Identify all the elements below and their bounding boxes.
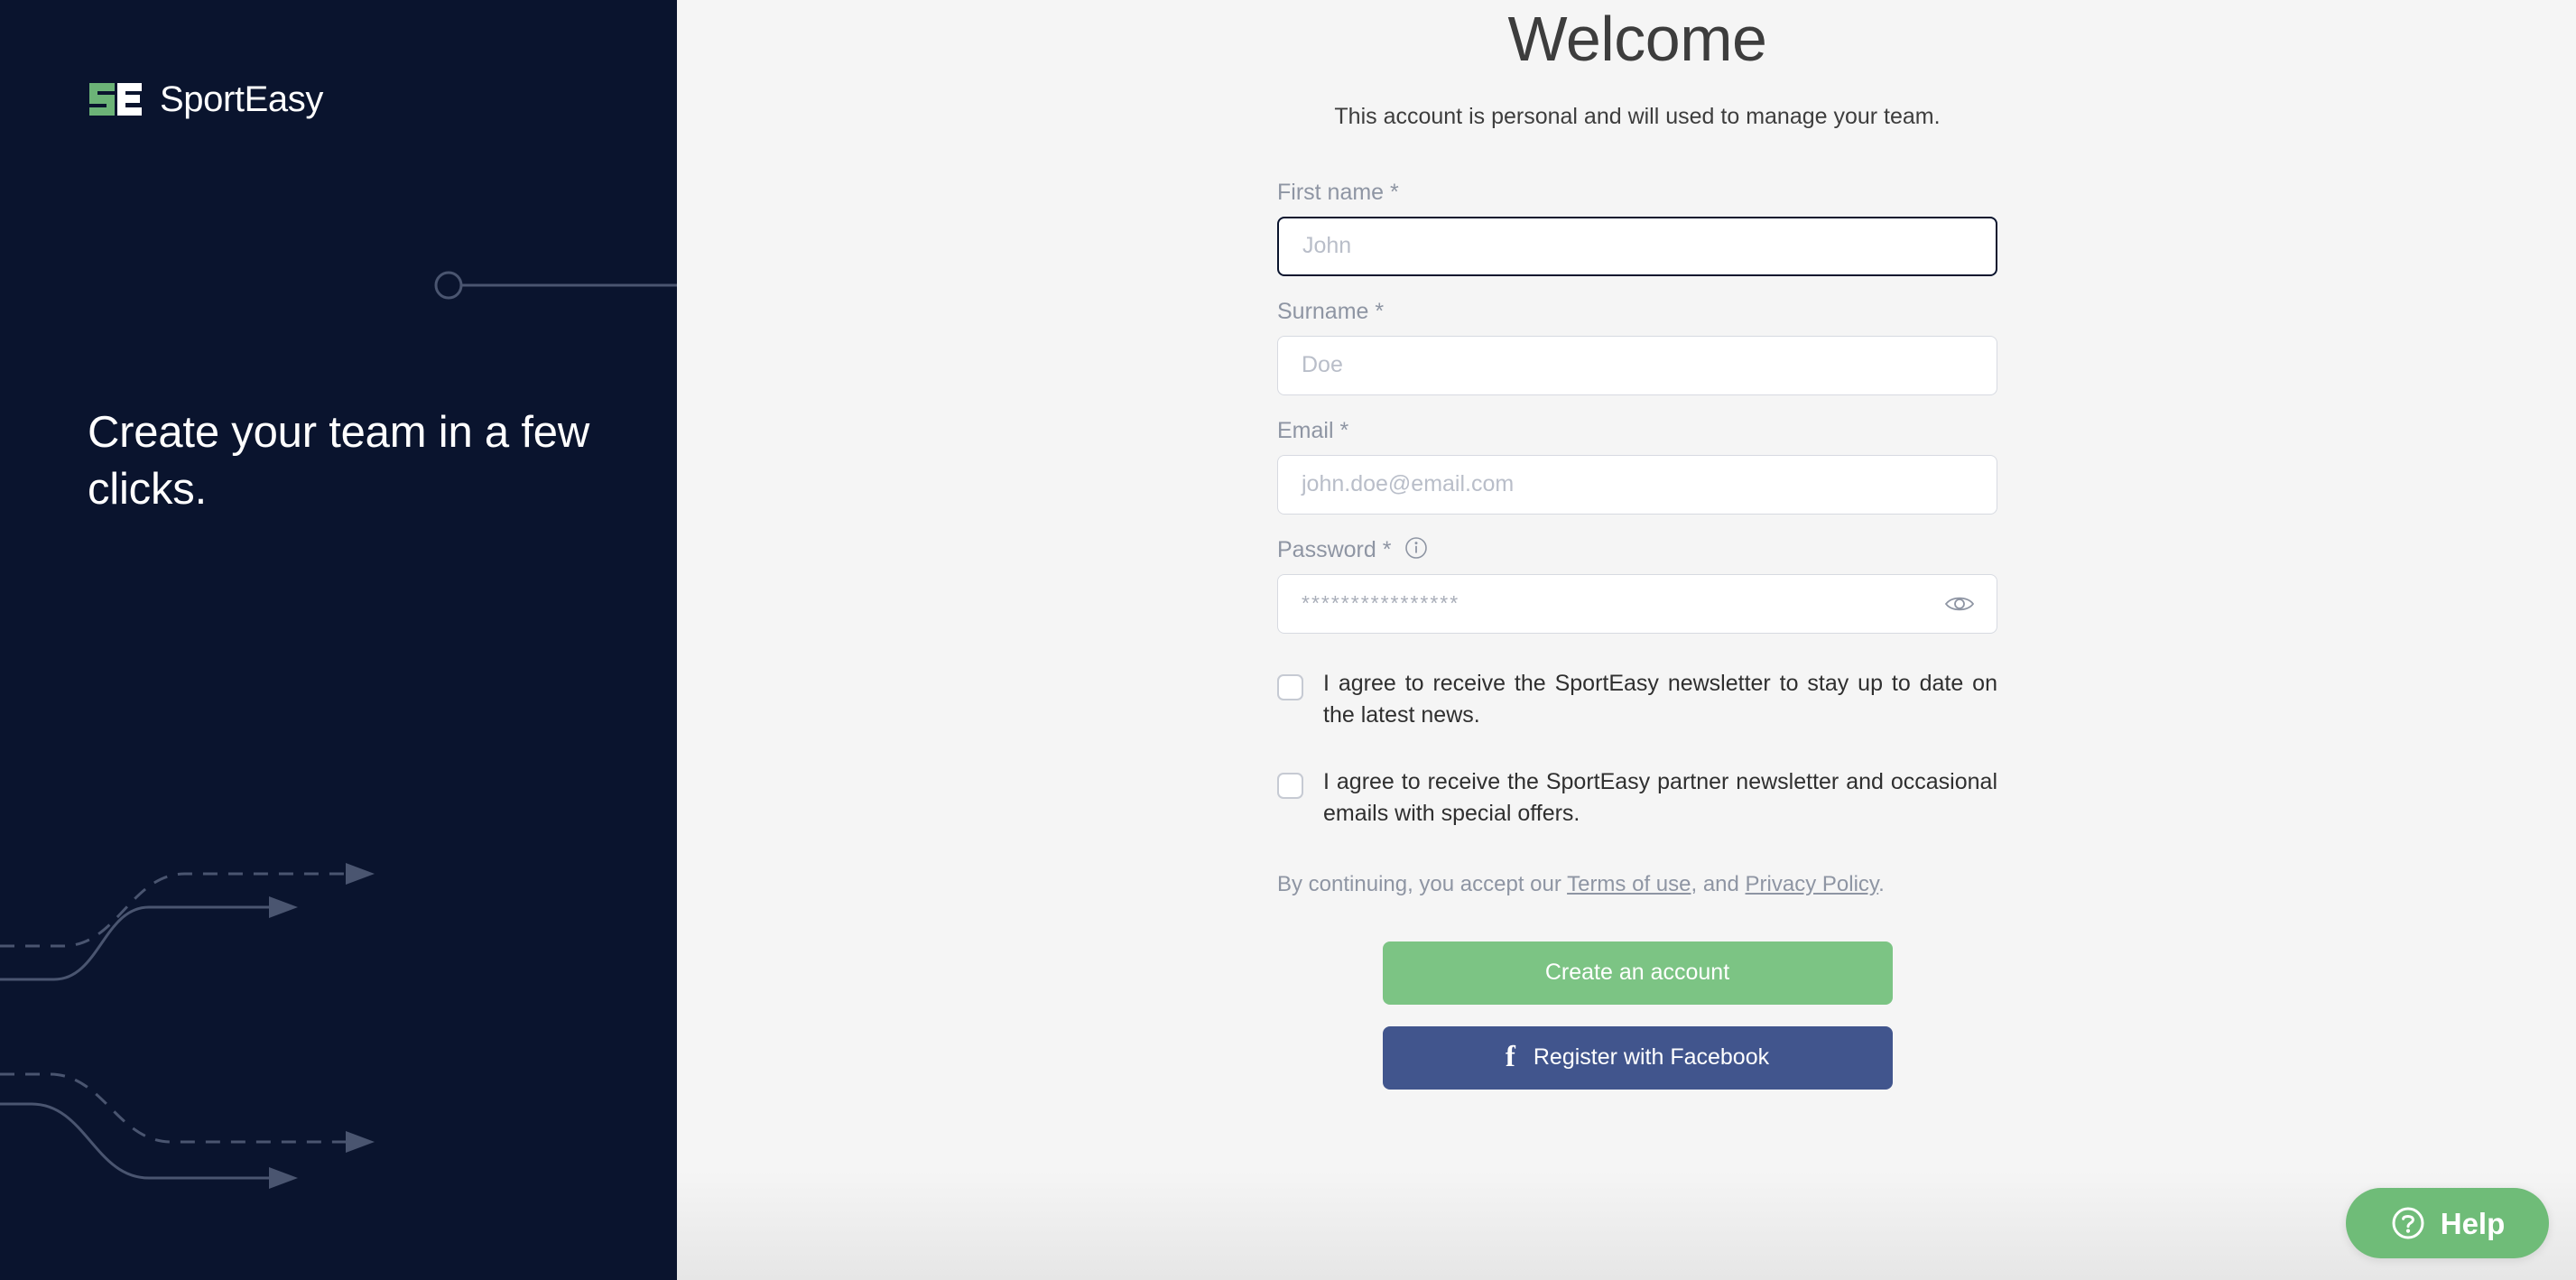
email-placeholder: john.doe@email.com (1302, 473, 1515, 496)
register-facebook-button[interactable]: f Register with Facebook (1382, 1025, 1893, 1090)
field-email: Email * john.doe@email.com (1277, 417, 1997, 515)
password-placeholder: **************** (1302, 593, 1460, 614)
email-label-text: Email (1277, 417, 1334, 443)
signup-page: SportEasy Create your team in a few clic… (0, 0, 2576, 1280)
password-label-text: Password (1277, 536, 1376, 562)
password-required-mark: * (1382, 536, 1392, 562)
terms-suffix: . (1878, 871, 1885, 896)
first-name-label: First name * (1277, 179, 1997, 206)
signup-form: Welcome This account is personal and wil… (1277, 0, 1997, 1090)
brand-name: SportEasy (160, 79, 323, 119)
partner-newsletter-checkbox[interactable] (1277, 772, 1303, 799)
field-surname: Surname * Doe (1277, 298, 1997, 395)
email-label: Email * (1277, 417, 1997, 444)
password-input[interactable]: **************** (1277, 573, 1997, 634)
surname-label: Surname * (1277, 298, 1997, 325)
info-circle-icon[interactable] (1404, 536, 1428, 560)
partner-newsletter-checkbox-row[interactable]: I agree to receive the SportEasy partner… (1277, 766, 1997, 830)
help-widget-label: Help (2440, 1206, 2506, 1240)
help-widget-button[interactable]: Help (2346, 1188, 2549, 1258)
surname-placeholder: Doe (1302, 354, 1343, 376)
sporteasy-logo-icon (89, 83, 142, 116)
terms-prefix: By continuing, you accept our (1277, 871, 1568, 896)
email-input[interactable]: john.doe@email.com (1277, 454, 1997, 515)
left-panel-headline: Create your team in a few clicks. (88, 408, 590, 514)
signup-content-panel: Welcome This account is personal and wil… (677, 0, 2576, 1280)
surname-label-text: Surname (1277, 298, 1369, 324)
register-facebook-label: Register with Facebook (1533, 1044, 1770, 1071)
decorative-path-graphics (0, 271, 677, 1189)
partner-newsletter-checkbox-label: I agree to receive the SportEasy partner… (1323, 768, 1997, 827)
facebook-f-icon: f (1505, 1041, 1515, 1074)
page-subtitle: This account is personal and will used t… (1334, 104, 1941, 129)
password-label: Password * (1277, 536, 1997, 563)
newsletter-checkbox-row[interactable]: I agree to receive the SportEasy newslet… (1277, 668, 1997, 732)
field-first-name: First name * John (1277, 179, 1997, 276)
surname-input[interactable]: Doe (1277, 335, 1997, 395)
first-name-label-text: First name (1277, 179, 1385, 205)
first-name-required-mark: * (1390, 179, 1399, 205)
terms-text: By continuing, you accept our Terms of u… (1277, 870, 1997, 898)
question-circle-icon (2392, 1207, 2424, 1239)
first-name-placeholder: John (1302, 235, 1352, 257)
newsletter-checkbox[interactable] (1277, 673, 1303, 700)
field-password: Password * **************** (1277, 536, 1997, 634)
newsletter-checkbox-label: I agree to receive the SportEasy newslet… (1323, 670, 1997, 728)
email-required-mark: * (1339, 417, 1349, 443)
terms-of-use-link[interactable]: Terms of use (1567, 872, 1691, 896)
eye-icon[interactable] (1944, 593, 1997, 615)
brand-logo: SportEasy (88, 79, 323, 119)
terms-middle: , and (1691, 871, 1746, 896)
bottom-gradient-overlay (677, 1172, 2576, 1280)
create-account-label: Create an account (1544, 960, 1730, 986)
surname-required-mark: * (1375, 298, 1385, 324)
privacy-policy-link[interactable]: Privacy Policy (1746, 872, 1879, 896)
first-name-input[interactable]: John (1277, 216, 1997, 276)
create-account-button[interactable]: Create an account (1382, 941, 1893, 1005)
left-branding-panel: SportEasy Create your team in a few clic… (0, 0, 677, 1280)
page-title: Welcome (1507, 4, 1767, 74)
